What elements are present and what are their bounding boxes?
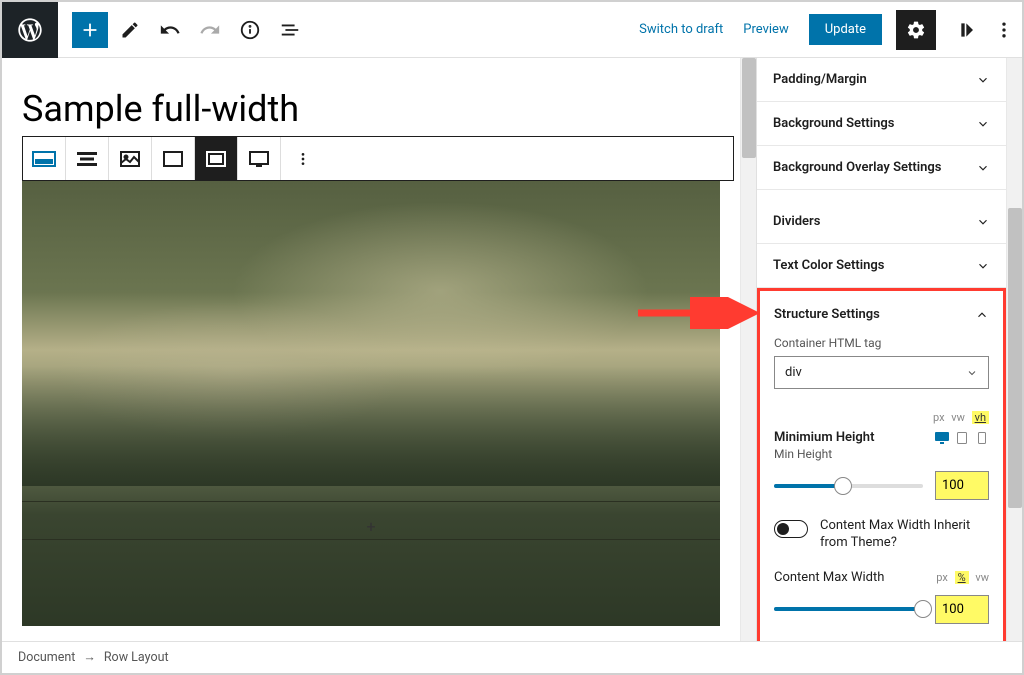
toolbar-more-icon[interactable] bbox=[281, 137, 324, 180]
update-button[interactable]: Update bbox=[809, 14, 882, 45]
unit-vw[interactable]: vw bbox=[951, 411, 965, 424]
device-tablet-icon[interactable] bbox=[955, 431, 969, 445]
unit-px2[interactable]: px bbox=[936, 571, 948, 584]
min-height-sublabel: Min Height bbox=[774, 447, 989, 461]
toolbar-item-align[interactable] bbox=[66, 137, 109, 180]
breadcrumb: Document → Row Layout bbox=[2, 641, 1022, 673]
panel-structure[interactable]: Structure Settings bbox=[774, 301, 989, 336]
page-title[interactable]: Sample full-width bbox=[22, 88, 734, 130]
max-width-input[interactable] bbox=[935, 595, 989, 624]
toolbar-item-selected[interactable] bbox=[195, 137, 238, 180]
sidebar-scrollbar[interactable] bbox=[1006, 58, 1022, 641]
info-icon[interactable] bbox=[232, 12, 268, 48]
undo-icon[interactable] bbox=[152, 12, 188, 48]
block-toolbar bbox=[22, 136, 734, 181]
settings-button[interactable] bbox=[896, 10, 936, 50]
device-mobile-icon[interactable] bbox=[975, 431, 989, 445]
max-width-slider[interactable] bbox=[774, 607, 923, 611]
wordpress-logo[interactable] bbox=[2, 2, 58, 58]
panel-overlay[interactable]: Background Overlay Settings bbox=[757, 146, 1006, 190]
toolbar-item-border[interactable] bbox=[152, 137, 195, 180]
inherit-width-toggle[interactable] bbox=[774, 520, 808, 538]
device-desktop-icon[interactable] bbox=[935, 431, 949, 445]
add-inner-block-icon[interactable]: + bbox=[366, 517, 375, 536]
inspector-sidebar: Padding/Margin Background Settings Backg… bbox=[756, 58, 1006, 641]
edit-tool-icon[interactable] bbox=[112, 12, 148, 48]
row-layout-block[interactable]: + bbox=[22, 181, 720, 626]
min-height-label: Minimium Height bbox=[774, 430, 874, 445]
unit-pct[interactable]: % bbox=[955, 571, 969, 584]
panel-background[interactable]: Background Settings bbox=[757, 102, 1006, 146]
unit-vh[interactable]: vh bbox=[972, 411, 989, 424]
preview-link[interactable]: Preview bbox=[743, 22, 788, 37]
inherit-width-label: Content Max Width Inherit from Theme? bbox=[820, 518, 989, 552]
panel-text-color[interactable]: Text Color Settings bbox=[757, 244, 1006, 288]
container-tag-select[interactable]: div bbox=[774, 356, 989, 389]
panel-padding[interactable]: Padding/Margin bbox=[757, 58, 1006, 102]
toolbar-item-row[interactable] bbox=[23, 137, 66, 180]
breadcrumb-item[interactable]: Row Layout bbox=[104, 650, 169, 665]
unit-vw2[interactable]: vw bbox=[975, 571, 989, 584]
canvas-scrollbar[interactable] bbox=[740, 58, 756, 641]
redo-icon bbox=[192, 12, 228, 48]
min-height-input[interactable] bbox=[935, 471, 989, 500]
toolbar-item-image[interactable] bbox=[109, 137, 152, 180]
switch-draft-link[interactable]: Switch to draft bbox=[639, 22, 723, 37]
max-width-label: Content Max Width bbox=[774, 570, 884, 585]
panel-dividers[interactable]: Dividers bbox=[757, 190, 1006, 244]
container-tag-label: Container HTML tag bbox=[774, 336, 989, 350]
breadcrumb-document[interactable]: Document bbox=[18, 650, 75, 665]
kadence-icon[interactable] bbox=[950, 12, 986, 48]
unit-px[interactable]: px bbox=[933, 411, 945, 424]
min-height-slider[interactable] bbox=[774, 484, 923, 488]
add-block-button[interactable] bbox=[72, 12, 108, 48]
toolbar-item-device[interactable] bbox=[238, 137, 281, 180]
outline-icon[interactable] bbox=[272, 12, 308, 48]
more-menu-icon[interactable] bbox=[986, 2, 1022, 58]
